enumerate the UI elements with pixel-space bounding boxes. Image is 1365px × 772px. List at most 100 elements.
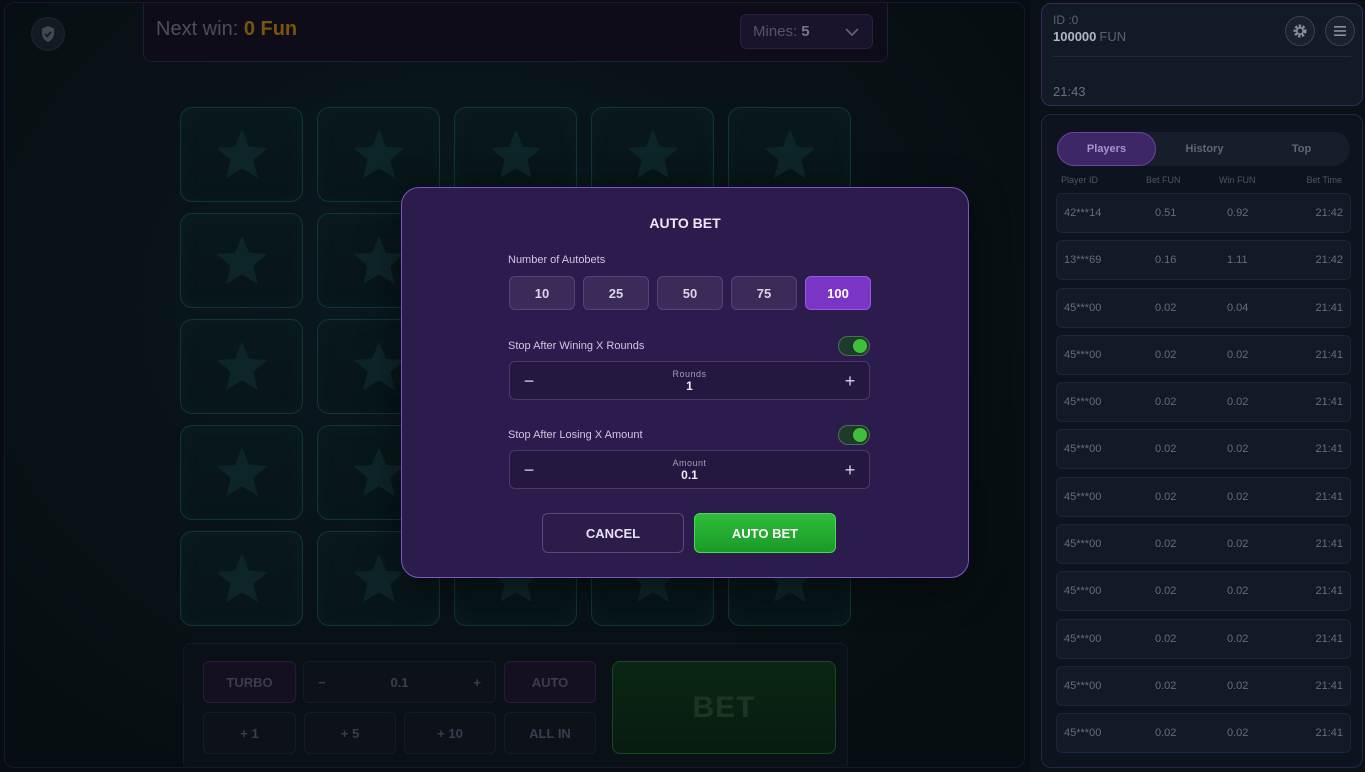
turbo-button[interactable]: TURBO: [203, 661, 296, 703]
player-id: 45***00: [1064, 727, 1102, 740]
autobet-count-75[interactable]: 75: [731, 276, 797, 310]
rounds-stepper: − Rounds 1 +: [509, 361, 870, 400]
player-win: 0.02: [1227, 538, 1249, 551]
plus-10-button[interactable]: + 10: [404, 712, 496, 754]
player-bet-time: 21:41: [1315, 396, 1343, 409]
player-bet: 0.02: [1155, 490, 1177, 503]
player-win: 0.02: [1227, 632, 1249, 645]
player-win: 0.02: [1227, 679, 1249, 692]
amount-plus-button[interactable]: +: [840, 460, 860, 480]
rounds-caption: Rounds: [672, 369, 707, 379]
amount-minus-button[interactable]: −: [318, 675, 326, 690]
autobet-count-25[interactable]: 25: [583, 276, 649, 310]
bet-amount-stepper[interactable]: − 0.1 +: [303, 661, 496, 703]
player-bet: 0.02: [1155, 585, 1177, 598]
amount-plus-button[interactable]: +: [473, 675, 481, 690]
player-bet: 0.02: [1155, 632, 1177, 645]
amount-value[interactable]: 0.1: [510, 468, 869, 482]
column-header-bet-time: Bet Time: [1306, 175, 1342, 185]
player-id: 42***14: [1064, 207, 1102, 219]
toggle-knob: [853, 339, 867, 353]
stop-win-toggle[interactable]: [838, 336, 870, 356]
player-bet: 0.02: [1155, 301, 1177, 314]
modal-title: AUTO BET: [649, 215, 721, 231]
player-id: 45***00: [1064, 632, 1102, 645]
player-win: 0.02: [1227, 396, 1249, 409]
player-row: 45***00 0.02 0.02 21:41: [1056, 571, 1351, 612]
next-win-label: Next win:: [156, 18, 239, 40]
star-icon: [216, 553, 267, 602]
player-bet-time: 21:41: [1315, 490, 1343, 503]
tab-history[interactable]: History: [1156, 132, 1253, 166]
star-icon: [353, 235, 404, 284]
player-id: 45***00: [1064, 538, 1102, 551]
star-icon: [353, 129, 404, 178]
mine-tile[interactable]: [180, 107, 303, 202]
player-row: 45***00 0.02 0.02 21:41: [1056, 476, 1351, 517]
player-bet: 0.02: [1155, 538, 1177, 551]
players-tabs: Players History Top: [1057, 132, 1350, 166]
player-win: 0.02: [1227, 727, 1249, 740]
player-bet-time: 21:41: [1315, 727, 1343, 740]
account-id: ID :0: [1053, 13, 1079, 27]
star-icon: [490, 129, 541, 178]
toggle-knob: [853, 428, 867, 442]
auto-button[interactable]: AUTO: [504, 661, 596, 703]
fairness-button[interactable]: [31, 17, 65, 51]
star-icon: [627, 129, 678, 178]
account-divider: [1053, 56, 1351, 57]
shield-icon: [42, 26, 54, 42]
gear-icon: [1293, 24, 1307, 38]
next-win-text: Next win: 0 Fun: [156, 18, 297, 41]
player-bet: 0.02: [1155, 443, 1177, 456]
menu-button[interactable]: [1325, 16, 1355, 46]
bet-button[interactable]: BET: [612, 661, 836, 754]
autobet-count-10[interactable]: 10: [509, 276, 575, 310]
mine-tile[interactable]: [180, 531, 303, 626]
autobet-count-100[interactable]: 100: [805, 276, 871, 310]
player-win: 0.02: [1227, 490, 1249, 503]
column-header-player-id: Player ID: [1061, 175, 1099, 185]
mine-tile[interactable]: [180, 425, 303, 520]
autobet-count-50[interactable]: 50: [657, 276, 723, 310]
stop-loss-toggle[interactable]: [838, 425, 870, 445]
player-id: 45***00: [1064, 443, 1102, 456]
star-icon: [353, 341, 404, 390]
amount-caption: Amount: [672, 458, 707, 468]
player-bet-time: 21:41: [1315, 301, 1343, 314]
player-bet-time: 21:41: [1315, 632, 1343, 645]
player-row: 45***00 0.02 0.04 21:41: [1056, 287, 1351, 328]
column-header-win: Win FUN: [1219, 175, 1256, 185]
plus-5-button[interactable]: + 5: [304, 712, 396, 754]
all-in-button[interactable]: ALL IN: [504, 712, 596, 754]
mines-select[interactable]: Mines: 5: [740, 14, 873, 49]
rounds-value[interactable]: 1: [510, 379, 869, 393]
settings-button[interactable]: [1285, 16, 1315, 46]
player-row: 13***69 0.16 1.11 21:42: [1056, 240, 1351, 281]
autobet-count-options: 10 25 50 75 100: [509, 276, 871, 310]
player-bet: 0.51: [1155, 207, 1177, 219]
mine-tile[interactable]: [180, 213, 303, 308]
mine-tile[interactable]: [180, 319, 303, 414]
tab-players[interactable]: Players: [1057, 132, 1156, 166]
account-panel: ID :0 100000 FUN 21:43: [1041, 3, 1363, 106]
tab-top[interactable]: Top: [1253, 132, 1350, 166]
amount-stepper: − Amount 0.1 +: [509, 450, 870, 489]
player-id: 45***00: [1064, 490, 1102, 503]
player-win: 0.92: [1227, 207, 1249, 219]
player-win: 0.02: [1227, 443, 1249, 456]
player-row: 45***00 0.02 0.02 21:41: [1056, 713, 1351, 754]
player-bet: 0.02: [1155, 348, 1177, 361]
player-bet-time: 21:41: [1315, 538, 1343, 551]
cancel-button[interactable]: CANCEL: [542, 513, 684, 553]
star-icon: [216, 235, 267, 284]
confirm-auto-bet-button[interactable]: AUTO BET: [694, 513, 836, 553]
player-row: 45***00 0.02 0.02 21:41: [1056, 382, 1351, 423]
rounds-plus-button[interactable]: +: [840, 371, 860, 391]
mines-value: 5: [801, 23, 810, 40]
plus-1-button[interactable]: + 1: [203, 712, 296, 754]
bet-amount-value: 0.1: [390, 674, 409, 690]
player-bet: 0.02: [1155, 396, 1177, 409]
balance-value: 100000: [1053, 29, 1097, 44]
player-win: 0.04: [1227, 301, 1249, 314]
